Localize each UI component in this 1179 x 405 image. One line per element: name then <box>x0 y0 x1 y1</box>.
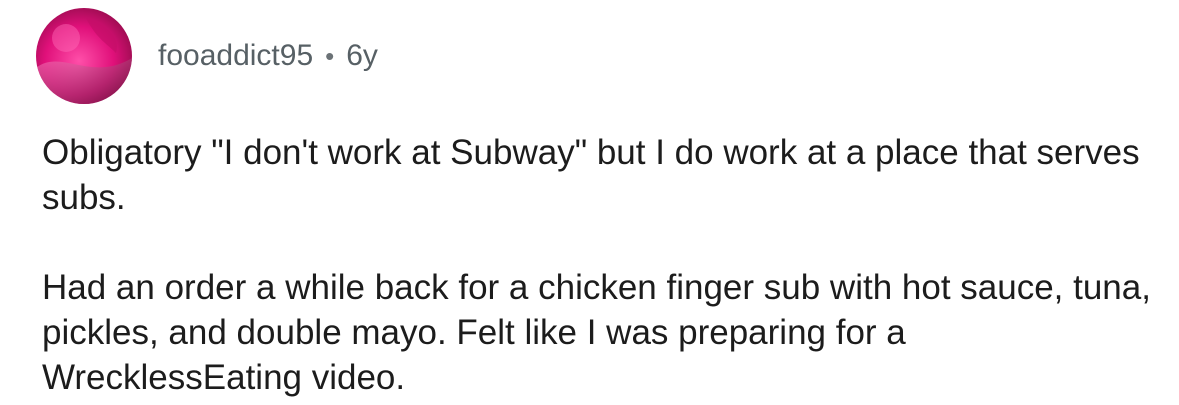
comment-paragraph-2: Had an order a while back for a chicken … <box>42 268 1151 397</box>
meta-separator: • <box>325 41 335 71</box>
comment-age: 6y <box>346 39 378 72</box>
comment-header: fooaddict95 • 6y <box>36 8 378 104</box>
comment-paragraph-1: Obligatory "I don't work at Subway" but … <box>42 133 1140 217</box>
comment-meta: fooaddict95 • 6y <box>158 41 378 71</box>
comment-card: fooaddict95 • 6y Obligatory "I don't wor… <box>0 0 1179 405</box>
comment-body: Obligatory "I don't work at Subway" but … <box>42 130 1162 400</box>
username-link[interactable]: fooaddict95 <box>158 41 313 71</box>
user-avatar-icon[interactable] <box>36 8 132 104</box>
